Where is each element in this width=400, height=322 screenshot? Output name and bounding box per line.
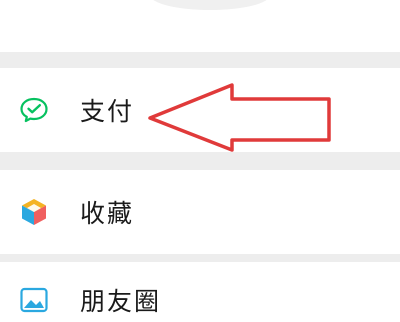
menu-item-moments[interactable]: 朋友圈 <box>0 262 400 322</box>
menu-item-label: 支付 <box>80 97 135 126</box>
menu-item-pay[interactable]: 支付 <box>0 68 400 152</box>
previous-section-card <box>0 0 400 52</box>
menu-item-favorites[interactable]: 收藏 <box>0 170 400 254</box>
favorites-cube-icon <box>18 196 50 228</box>
menu-item-label: 朋友圈 <box>80 287 162 316</box>
partial-element <box>150 0 270 10</box>
menu-item-label: 收藏 <box>80 199 135 228</box>
wechat-pay-icon <box>18 94 50 126</box>
moments-picture-icon <box>18 284 50 316</box>
